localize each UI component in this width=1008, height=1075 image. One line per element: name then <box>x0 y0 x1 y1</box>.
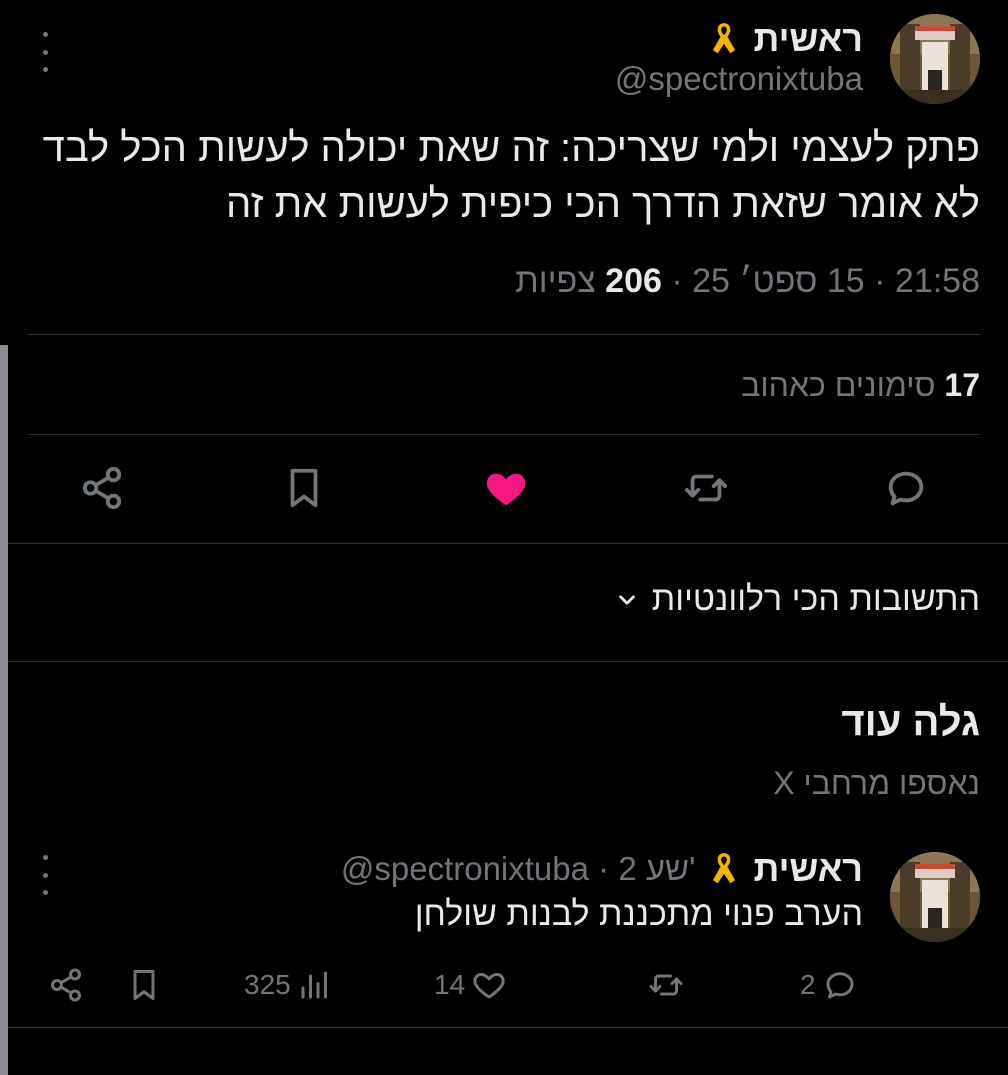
share-icon <box>51 968 81 1002</box>
section-title: גלה עוד <box>841 700 980 744</box>
yellow-ribbon-icon <box>713 853 736 884</box>
views-icon <box>301 971 327 999</box>
reply-bookmark-button[interactable] <box>126 960 162 1010</box>
likes-count: 17 <box>944 367 980 403</box>
share-icon <box>82 466 122 510</box>
avatar[interactable] <box>890 14 980 104</box>
share-button[interactable] <box>72 458 132 518</box>
divider <box>28 434 980 435</box>
author-name[interactable]: ראשית <box>753 18 863 60</box>
reply-share-button[interactable] <box>48 960 84 1010</box>
like-button[interactable] <box>476 458 536 518</box>
repost-icon <box>684 474 728 502</box>
avatar-image <box>890 852 980 942</box>
scrollbar[interactable] <box>0 345 8 1075</box>
avatar[interactable] <box>890 852 980 942</box>
replies-count: 2 <box>800 969 816 1000</box>
views-count: 325 <box>244 969 291 1000</box>
divider <box>8 661 1008 662</box>
views-label: צפיות <box>515 262 596 300</box>
meta-separator: · <box>864 262 886 300</box>
divider <box>8 1027 1008 1028</box>
yellow-ribbon-icon <box>713 23 736 54</box>
divider <box>8 543 1008 544</box>
sort-replies-dropdown[interactable]: התשובות הכי רלוונטיות <box>614 580 980 619</box>
chevron-down-icon <box>618 594 635 605</box>
reply-author-name[interactable]: ראשית <box>753 848 863 890</box>
reply-like-button[interactable]: 14 <box>434 960 507 1010</box>
likes-count: 14 <box>434 969 466 1000</box>
likes-label: סימונים כאהוב <box>741 367 936 403</box>
reply-button[interactable] <box>876 458 936 518</box>
sort-label: התשובות הכי רלוונטיות <box>651 580 980 618</box>
reply-handle-time[interactable]: @spectronixtuba · 2 שע' <box>341 850 696 888</box>
avatar-image <box>890 14 980 104</box>
bookmark-icon <box>290 468 318 508</box>
more-icon[interactable] <box>33 855 57 895</box>
reply-text: הערב פנוי מתכננת לבנות שולחן <box>414 895 863 933</box>
bookmark-button[interactable] <box>274 458 334 518</box>
repost-icon <box>649 974 683 996</box>
section-subtitle: נאספו מרחבי X <box>773 765 980 801</box>
repost-button[interactable] <box>676 458 736 518</box>
views-count: 206 <box>605 262 662 300</box>
tweet-time[interactable]: 21:58 <box>895 262 980 300</box>
likes-summary[interactable]: 17 סימונים כאהוב <box>741 367 980 404</box>
heart-icon <box>486 473 526 506</box>
reply-replies-button[interactable]: 2 <box>800 960 858 1010</box>
meta-separator: · <box>661 262 683 300</box>
author-handle[interactable]: @spectronixtuba <box>615 60 863 98</box>
heart-icon <box>473 973 505 999</box>
tweet-meta: 21:58 · 15 ספט׳ 25 · 206 צפיות <box>515 262 980 301</box>
reply-icon <box>826 972 854 999</box>
reply-views-button[interactable]: 325 <box>244 960 333 1010</box>
divider <box>28 334 980 335</box>
tweet-text: פתק לעצמי ולמי שצריכה: זה שאת יכולה לעשו… <box>42 126 980 226</box>
bookmark-icon <box>133 970 155 1000</box>
tweet-date[interactable]: 15 ספט׳ 25 <box>692 262 865 300</box>
reply-icon <box>888 471 924 506</box>
more-icon[interactable] <box>33 32 57 72</box>
reply-repost-button[interactable] <box>648 960 684 1010</box>
